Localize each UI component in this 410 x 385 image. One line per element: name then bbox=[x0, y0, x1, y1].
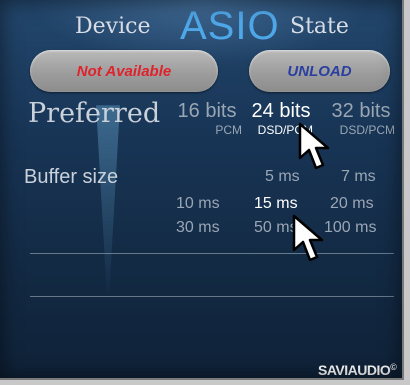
logo-mark: © bbox=[390, 362, 397, 372]
bits-label: 16 bits bbox=[177, 100, 237, 122]
device-heading: Device bbox=[75, 14, 151, 39]
buffer-option-30ms[interactable]: 30 ms bbox=[176, 219, 220, 237]
light-beam-decoration bbox=[96, 105, 120, 295]
divider bbox=[30, 253, 394, 254]
bits-label: 32 bits bbox=[331, 100, 391, 122]
preferred-option-32bit[interactable]: 32 bits DSD/PCM bbox=[327, 100, 395, 138]
preferred-option-16bit[interactable]: 16 bits PCM bbox=[172, 100, 242, 138]
buffer-option-100ms[interactable]: 100 ms bbox=[324, 219, 376, 237]
buffer-option-7ms[interactable]: 7 ms bbox=[341, 168, 376, 186]
format-label: DSD/PCM bbox=[339, 123, 395, 137]
logo-text: SAVIAUDIO bbox=[318, 362, 391, 378]
not-available-button[interactable]: Not Available bbox=[30, 50, 218, 92]
preferred-label: Preferred bbox=[28, 98, 161, 129]
saviaudio-logo: SAVIAUDIO© bbox=[318, 362, 397, 378]
state-heading: State bbox=[290, 14, 349, 39]
buffer-option-20ms[interactable]: 20 ms bbox=[330, 195, 374, 213]
asio-panel: Device ASIO State Not Available UNLOAD P… bbox=[0, 0, 404, 380]
buffer-option-5ms[interactable]: 5 ms bbox=[265, 168, 300, 186]
bits-label: 24 bits bbox=[251, 100, 311, 122]
asio-title: ASIO bbox=[180, 4, 280, 48]
unload-button[interactable]: UNLOAD bbox=[249, 50, 390, 92]
format-label: PCM bbox=[215, 123, 242, 137]
not-available-label: Not Available bbox=[76, 62, 172, 80]
mouse-cursor-icon bbox=[298, 122, 330, 170]
divider bbox=[30, 296, 394, 297]
buffer-size-label: Buffer size bbox=[24, 166, 119, 188]
buffer-option-10ms[interactable]: 10 ms bbox=[176, 195, 220, 213]
mouse-cursor-icon bbox=[292, 214, 324, 262]
buffer-option-15ms[interactable]: 15 ms bbox=[254, 195, 298, 213]
unload-label: UNLOAD bbox=[287, 62, 352, 80]
